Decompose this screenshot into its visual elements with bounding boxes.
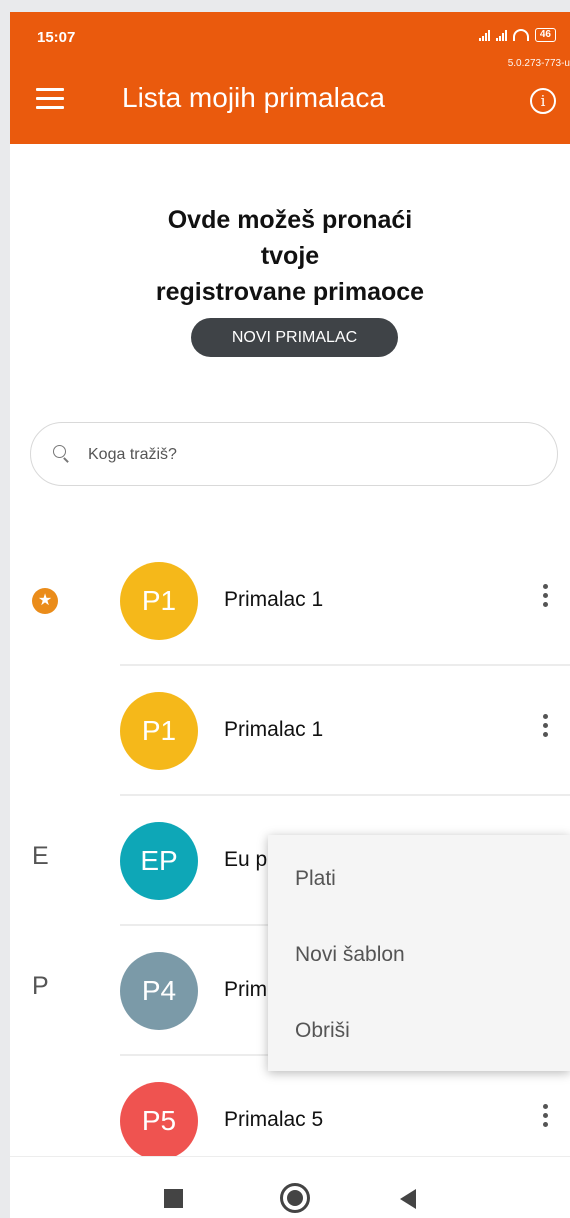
more-options-icon[interactable] — [534, 580, 556, 620]
headline-line-2: tvoje — [260, 242, 320, 270]
info-icon[interactable]: i — [530, 88, 556, 114]
avatar: EP — [120, 822, 198, 900]
avatar: P4 — [120, 952, 198, 1030]
hamburger-menu-icon[interactable] — [36, 88, 64, 110]
version-label: 5.0.273-773-u — [507, 58, 570, 69]
search-bar[interactable] — [30, 422, 558, 486]
app-bar: 15:07 46 5.0.273-773-u Lista mojih prima… — [10, 12, 570, 144]
wifi-icon — [512, 29, 529, 41]
system-nav-bar — [10, 1156, 570, 1218]
signal-icon-2 — [495, 29, 507, 41]
avatar: P5 — [120, 1082, 198, 1160]
status-icons: 46 — [478, 28, 556, 42]
menu-item-delete[interactable]: Obriši — [295, 1019, 350, 1043]
battery-icon: 46 — [534, 28, 556, 42]
headline: Ovde možeš pronaći tvoje registrovane pr… — [90, 202, 490, 310]
avatar: P1 — [120, 562, 198, 640]
search-icon — [53, 445, 66, 458]
recipient-name: Primalac 1 — [224, 588, 324, 611]
search-input[interactable] — [86, 439, 530, 471]
signal-icon — [478, 29, 490, 41]
menu-item-new-template[interactable]: Novi šablon — [295, 943, 405, 967]
context-menu: Plati Novi šablon Obriši — [268, 835, 570, 1071]
headline-line-3: registrovane primaoce — [155, 278, 425, 306]
phone-screen: 15:07 46 5.0.273-773-u Lista mojih prima… — [10, 12, 570, 1218]
favorite-star-icon: ★ — [32, 588, 58, 614]
page-title: Lista mojih primalaca — [122, 82, 385, 113]
group-letter: P — [32, 972, 49, 1000]
home-icon[interactable] — [280, 1183, 310, 1213]
recipient-name: Primalac 1 — [224, 718, 324, 741]
more-options-icon[interactable] — [534, 710, 556, 750]
back-icon[interactable] — [400, 1189, 416, 1209]
status-time: 15:07 — [37, 29, 76, 46]
more-options-icon[interactable] — [534, 1100, 556, 1140]
recents-icon[interactable] — [164, 1189, 183, 1208]
recipient-row[interactable]: P1 Primalac 1 — [10, 666, 570, 796]
avatar: P1 — [120, 692, 198, 770]
new-recipient-button[interactable]: NOVI PRIMALAC — [191, 318, 398, 357]
menu-item-pay[interactable]: Plati — [295, 867, 336, 891]
recipient-row[interactable]: ★ P1 Primalac 1 — [10, 536, 570, 666]
group-letter: E — [32, 842, 49, 870]
headline-line-1: Ovde možeš pronaći — [167, 206, 413, 234]
recipient-name: Primalac 5 — [224, 1108, 324, 1131]
